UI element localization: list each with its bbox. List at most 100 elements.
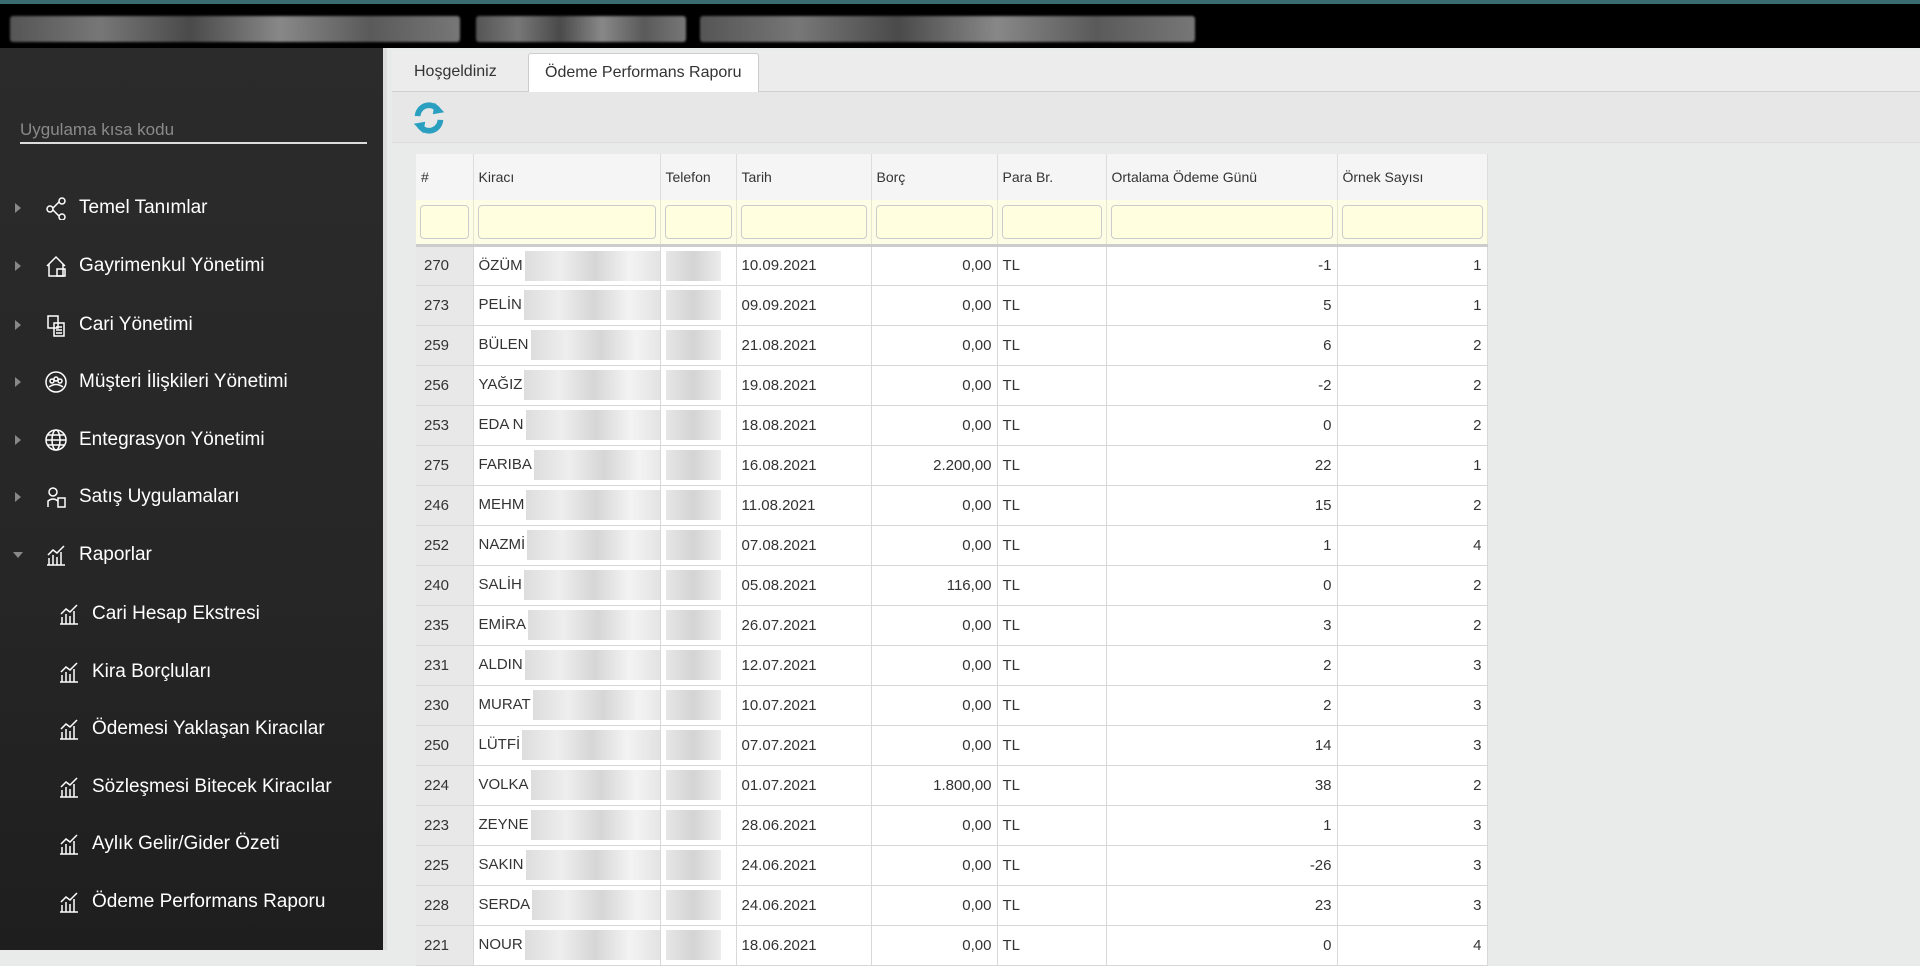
column-filter-input[interactable] [664, 204, 732, 239]
column-header[interactable]: Kiracı [473, 154, 661, 200]
cell-value: LÜTFİ [478, 735, 521, 753]
column-filter-input[interactable] [420, 204, 469, 239]
cell-value: 11.08.2021 [741, 496, 816, 514]
table-cell: TL [997, 765, 1107, 806]
table-row[interactable]: 252 NAZMİ 07.08.2021 0,00 TL 1 4 [416, 525, 1488, 566]
caret-right-icon [15, 377, 21, 387]
table-row[interactable]: 221 NOUR 18.06.2021 0,00 TL 0 4 [416, 925, 1488, 966]
sidebar-item-gayrimenkul-y-netimi[interactable]: Gayrimenkul Yönetimi [0, 246, 383, 286]
cell-value: 3 [1473, 856, 1482, 874]
table-row[interactable]: 259 BÜLEN 21.08.2021 0,00 TL 6 2 [416, 325, 1488, 366]
table-row[interactable]: 250 LÜTFİ 07.07.2021 0,00 TL 14 3 [416, 725, 1488, 766]
sidebar-item-cari-y-netimi[interactable]: Cari Yönetimi [0, 305, 383, 345]
cell-value: 3 [1473, 816, 1482, 834]
table-cell: 2 [1337, 405, 1488, 446]
sidebar-item-entegrasyon-y-netimi[interactable]: Entegrasyon Yönetimi [0, 420, 383, 460]
column-filter-input[interactable] [1110, 204, 1333, 239]
table-cell [660, 605, 737, 646]
sidebar-item-m-teri-i-li-kileri-y-netimi[interactable]: Müşteri İlişkileri Yönetimi [0, 362, 383, 402]
cell-value: -2 [1318, 376, 1332, 394]
table-row[interactable]: 273 PELİN 09.09.2021 0,00 TL 5 1 [416, 285, 1488, 326]
cell-value: 231 [424, 656, 450, 674]
redacted-phone [665, 810, 721, 840]
column-filter-input[interactable] [875, 204, 993, 239]
sidebar-item-label: Temel Tanımlar [79, 197, 208, 218]
column-filter-input[interactable] [740, 204, 867, 239]
tab-welcome[interactable]: Hoşgeldiniz [398, 51, 513, 92]
main-content: Hoşgeldiniz Ödeme Performans Raporu # Kir… [392, 48, 1920, 966]
table-row[interactable]: 270 ÖZÜM 10.09.2021 0,00 TL -1 1 [416, 245, 1488, 286]
table-cell: ZEYNE [473, 805, 661, 846]
column-header[interactable]: Telefon [660, 154, 737, 200]
table-cell: TL [997, 805, 1107, 846]
column-filter-cell [473, 200, 661, 247]
table-cell: 1.800,00 [871, 765, 998, 806]
report-item[interactable]: Sözleşmesi Bitecek Kiracılar [0, 767, 383, 807]
table-row[interactable]: 253 EDA N 18.08.2021 0,00 TL 0 2 [416, 405, 1488, 446]
table-cell: -26 [1106, 845, 1338, 886]
table-cell [660, 445, 737, 486]
column-header[interactable]: Örnek Sayısı [1337, 154, 1488, 200]
column-header[interactable]: Borç [871, 154, 998, 200]
cell-value: TL [1002, 736, 1021, 754]
cell-value: 19.08.2021 [741, 376, 817, 394]
table-row[interactable]: 235 EMİRA 26.07.2021 0,00 TL 3 2 [416, 605, 1488, 646]
report-item[interactable]: Kira Borçluları [0, 652, 383, 692]
table-row[interactable]: 223 ZEYNE 28.06.2021 0,00 TL 1 3 [416, 805, 1488, 846]
table-cell: 0,00 [871, 525, 998, 566]
column-header[interactable]: # [416, 154, 474, 200]
redacted-name [524, 370, 659, 400]
table-cell: 0,00 [871, 685, 998, 726]
cell-value: 2.200,00 [933, 456, 992, 474]
cell-value: -1 [1318, 257, 1332, 274]
report-item[interactable]: Ödeme Performans Raporu [0, 882, 383, 922]
sidebar-item-sat-uygulamalar-[interactable]: Satış Uygulamaları [0, 477, 383, 517]
redacted-name [530, 330, 659, 360]
column-filter-input[interactable] [477, 204, 656, 239]
cell-value: 4 [1473, 936, 1482, 954]
cell-value: TL [1002, 336, 1021, 354]
cell-value: TL [1002, 896, 1021, 914]
table-row[interactable]: 230 MURAT 10.07.2021 0,00 TL 2 3 [416, 685, 1488, 726]
chart-icon [56, 774, 82, 800]
cell-value: 240 [424, 576, 450, 594]
app-shortcode-search-input[interactable] [20, 118, 367, 144]
refresh-icon[interactable] [410, 99, 448, 137]
sidebar-item-raporlar[interactable]: Raporlar [0, 535, 383, 575]
sidebar-item-temel-tan-mlar[interactable]: Temel Tanımlar [0, 188, 383, 228]
table-row[interactable]: 275 FARIBA 16.08.2021 2.200,00 TL 22 1 [416, 445, 1488, 486]
table-cell: NAZMİ [473, 525, 661, 566]
table-cell: 0,00 [871, 365, 998, 406]
tab-payment-performance-report[interactable]: Ödeme Performans Raporu [528, 53, 759, 95]
cell-value: 1.800,00 [933, 776, 992, 794]
report-item[interactable]: Aylık Gelir/Gider Özeti [0, 824, 383, 864]
column-header[interactable]: Ortalama Ödeme Günü [1106, 154, 1338, 200]
cell-value: 24.06.2021 [741, 896, 817, 914]
users-group-icon [43, 369, 69, 395]
table-row[interactable]: 240 SALİH 05.08.2021 116,00 TL 0 2 [416, 565, 1488, 606]
column-filter-input[interactable] [1001, 204, 1102, 239]
redacted-phone [665, 490, 721, 520]
table-cell: 3 [1337, 885, 1488, 926]
table-row[interactable]: 225 SAKIN 24.06.2021 0,00 TL -26 3 [416, 845, 1488, 886]
cell-value: 2 [1473, 776, 1482, 794]
table-cell: 0,00 [871, 805, 998, 846]
report-item[interactable]: Cari Hesap Ekstresi [0, 594, 383, 634]
column-filter-input[interactable] [1341, 204, 1483, 239]
report-item[interactable]: Ödemesi Yaklaşan Kiracılar [0, 709, 383, 749]
toolbar [392, 92, 1920, 143]
table-row[interactable]: 228 SERDA 24.06.2021 0,00 TL 23 3 [416, 885, 1488, 926]
column-header[interactable]: Para Br. [997, 154, 1107, 200]
column-filter-cell [871, 200, 998, 247]
table-cell: TL [997, 525, 1107, 566]
table-row[interactable]: 256 YAĞIZ 19.08.2021 0,00 TL -2 2 [416, 365, 1488, 406]
table-row[interactable]: 231 ALDIN 12.07.2021 0,00 TL 2 3 [416, 645, 1488, 686]
cell-value: 2 [1473, 416, 1482, 434]
table-row[interactable]: 224 VOLKA 01.07.2021 1.800,00 TL 38 2 [416, 765, 1488, 806]
cell-value: 2 [1473, 496, 1482, 514]
chart-icon [56, 889, 82, 915]
cell-value: 273 [424, 296, 450, 314]
table-row[interactable]: 246 MEHM 11.08.2021 0,00 TL 15 2 [416, 485, 1488, 526]
redacted-title [476, 16, 686, 42]
column-header[interactable]: Tarih [736, 154, 872, 200]
